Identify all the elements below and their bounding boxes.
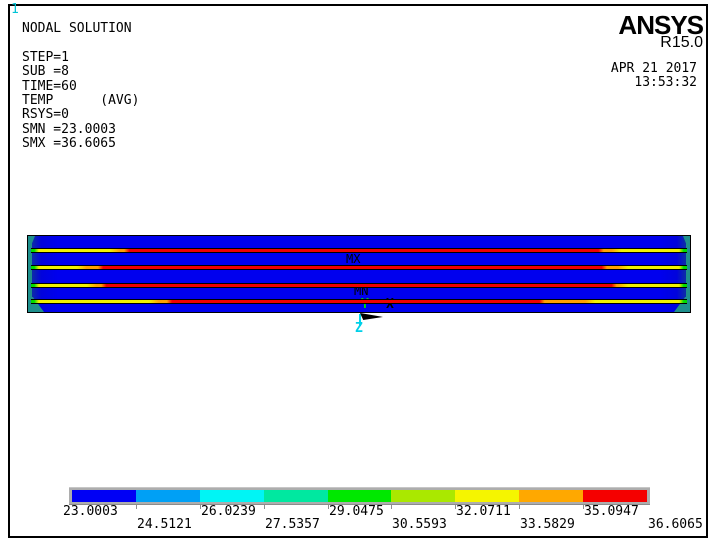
temp-stripe <box>31 248 687 253</box>
legend-value-label: 27.5357 <box>265 517 320 532</box>
legend-segment <box>327 490 392 502</box>
legend-tick <box>519 505 520 509</box>
datetime-block: APR 21 2017 13:53:32 <box>611 62 697 89</box>
legend-value-label: 36.6065 <box>648 517 703 532</box>
solution-info-line: SMX =36.6065 <box>22 136 116 152</box>
legend-value-label: 33.5829 <box>520 517 575 532</box>
legend-segment <box>519 490 584 502</box>
legend-segment <box>72 490 136 502</box>
legend-value-label: 30.5593 <box>392 517 447 532</box>
solution-info-block: NODAL SOLUTION STEP=1 SUB =8 TIME=60 TEMP (A… <box>22 21 140 152</box>
legend-value-label: 35.0947 <box>584 504 639 519</box>
legend-tick <box>264 505 265 509</box>
temp-stripe <box>31 265 687 270</box>
legend-value-label: 29.0475 <box>329 504 384 519</box>
z-axis-label: Z <box>355 321 363 336</box>
solution-info-line <box>22 36 139 50</box>
legend-value-label: 24.5121 <box>137 517 192 532</box>
date-label: APR 21 2017 <box>610 61 697 76</box>
solution-info-line: STEP=1 <box>22 49 69 65</box>
legend-tick <box>136 505 137 509</box>
temp-stripe <box>31 283 687 288</box>
legend-tick <box>391 505 392 509</box>
max-node-label: MX <box>346 252 361 266</box>
legend-value-label: 32.0711 <box>456 504 511 519</box>
time-label: 13:53:32 <box>634 74 697 90</box>
legend-segment <box>455 490 520 502</box>
solution-info-line: TEMP (AVG) <box>22 92 140 108</box>
version-label: R15.0 <box>660 34 703 51</box>
model-viewport[interactable]: MX MN Y X <box>27 235 691 313</box>
legend-segment <box>583 490 648 502</box>
solution-info-line: NODAL SOLUTION <box>22 21 132 36</box>
solution-info-line: TIME=60 <box>22 78 77 94</box>
legend-value-label: 23.0003 <box>63 504 118 519</box>
legend-colorbar <box>69 487 650 505</box>
solution-info-line: SMN =23.0003 <box>22 121 116 137</box>
plot-number-label: 1 <box>11 2 19 17</box>
legend-segment <box>135 490 200 502</box>
solution-info-line: SUB =8 <box>22 64 69 80</box>
legend-segment <box>391 490 456 502</box>
temp-stripe <box>31 299 687 304</box>
solution-info-line: RSYS=0 <box>22 107 69 123</box>
legend-segment <box>199 490 264 502</box>
legend-segment <box>263 490 328 502</box>
legend-value-label: 26.0239 <box>201 504 256 519</box>
